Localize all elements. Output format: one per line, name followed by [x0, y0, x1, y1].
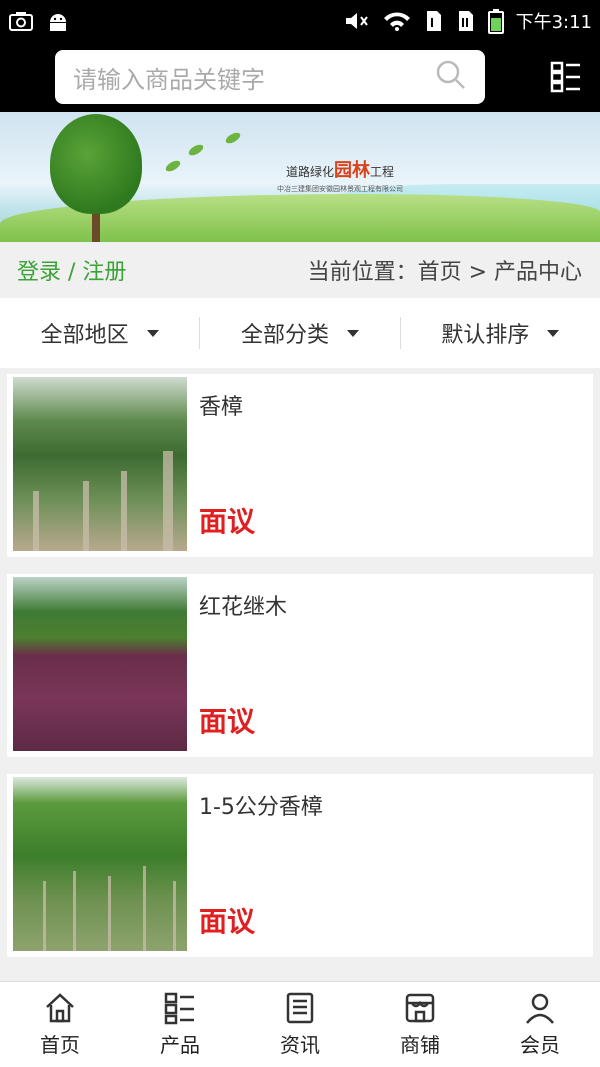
tab-stores-label: 商铺	[400, 1033, 440, 1057]
search-box[interactable]: 请输入商品关键字	[55, 50, 485, 104]
tab-stores[interactable]: 商铺	[360, 982, 480, 1067]
product-card[interactable]: 1-5公分香樟 面议	[7, 774, 593, 957]
product-name[interactable]: 香樟	[199, 389, 587, 421]
search-input[interactable]: 请输入商品关键字	[73, 60, 435, 95]
bottom-nav: 首页 产品 资讯 商铺 会员	[0, 981, 600, 1067]
product-image[interactable]	[13, 777, 187, 951]
leaf-icon	[224, 130, 242, 146]
nav-row: 登录 / 注册 当前位置：首页 > 产品中心	[0, 242, 600, 298]
product-card[interactable]: 红花继木 面议	[7, 574, 593, 757]
filter-sort-label: 默认排序	[441, 323, 530, 348]
product-name[interactable]: 红花继木	[199, 589, 587, 621]
filter-bar: 全部地区 全部分类 默认排序	[0, 298, 600, 368]
status-bar: 下午3:11	[0, 0, 600, 42]
banner-tree	[50, 114, 142, 214]
tab-member-label: 会员	[520, 1033, 560, 1057]
banner-subtitle: 中冶三建集团安徽园林景观工程有限公司	[277, 185, 403, 193]
product-image[interactable]	[13, 577, 187, 751]
news-icon	[286, 992, 314, 1024]
product-info: 1-5公分香樟 面议	[187, 777, 587, 954]
filter-region[interactable]: 全部地区	[0, 317, 201, 349]
tab-products-label: 产品	[160, 1033, 200, 1057]
leaf-icon	[187, 142, 205, 158]
status-time: 下午3:11	[515, 12, 592, 33]
grid-menu-icon[interactable]	[546, 57, 586, 97]
chevron-down-icon	[547, 329, 560, 337]
banner[interactable]: 道路绿化园林工程 中冶三建集团安徽园林景观工程有限公司	[0, 112, 600, 242]
sim1-icon	[424, 9, 444, 33]
breadcrumb: 当前位置：首页 > 产品中心	[307, 260, 582, 285]
home-icon	[46, 993, 74, 1023]
filter-sort[interactable]: 默认排序	[401, 317, 600, 349]
filter-category[interactable]: 全部分类	[200, 317, 401, 349]
product-info: 红花继木 面议	[187, 577, 587, 754]
chevron-down-icon	[347, 329, 359, 337]
store-icon	[405, 993, 435, 1023]
tab-news-label: 资讯	[280, 1033, 320, 1057]
product-list: 香樟 面议 红花继木 面议 1-5公分香樟 面议	[0, 368, 600, 957]
product-price: 面议	[199, 705, 256, 738]
mute-icon	[344, 10, 370, 32]
grid-list-icon	[164, 992, 194, 1025]
android-icon	[46, 10, 70, 32]
leaf-icon	[164, 158, 182, 174]
filter-region-label: 全部地区	[40, 323, 129, 348]
user-icon	[526, 993, 554, 1024]
chevron-down-icon	[146, 329, 159, 337]
product-card[interactable]: 香樟 面议	[7, 374, 593, 557]
screenshot-icon	[8, 10, 34, 32]
header: 请输入商品关键字	[0, 42, 600, 112]
filter-category-label: 全部分类	[240, 323, 329, 348]
login-register-link[interactable]: 登录 / 注册	[17, 254, 126, 286]
tab-home-label: 首页	[40, 1033, 80, 1057]
banner-title: 道路绿化园林工程	[285, 160, 395, 181]
battery-icon	[487, 8, 504, 34]
tab-news[interactable]: 资讯	[240, 982, 360, 1067]
sim2-icon	[456, 9, 476, 33]
product-info: 香樟 面议	[187, 377, 587, 554]
search-icon[interactable]	[435, 59, 467, 95]
product-price: 面议	[199, 905, 256, 938]
tab-home[interactable]: 首页	[0, 982, 120, 1067]
tab-member[interactable]: 会员	[480, 982, 600, 1067]
tab-products[interactable]: 产品	[120, 982, 240, 1067]
wifi-icon	[382, 10, 412, 32]
product-price: 面议	[199, 505, 256, 538]
banner-text: 道路绿化园林工程 中冶三建集团安徽园林景观工程有限公司	[270, 156, 410, 194]
product-image[interactable]	[13, 377, 187, 551]
product-name[interactable]: 1-5公分香樟	[199, 789, 587, 821]
